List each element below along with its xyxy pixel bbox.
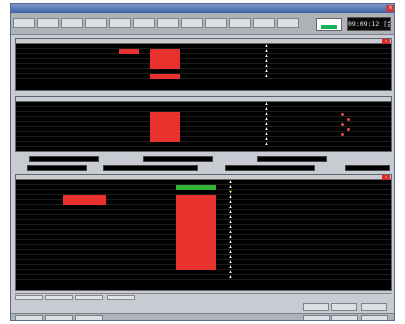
tab[interactable]	[15, 295, 43, 300]
table-row[interactable]: ♟	[16, 142, 391, 147]
toolbar-button[interactable]	[37, 18, 59, 28]
tab[interactable]	[107, 295, 135, 300]
toolbar-button[interactable]	[133, 18, 155, 28]
toolbar-button[interactable]	[229, 18, 251, 28]
cell	[48, 275, 60, 280]
bottom-button[interactable]	[45, 315, 73, 320]
table-row[interactable]: ♟	[16, 74, 391, 79]
filter-row-1	[15, 155, 392, 162]
toolbar: 09:09:12 [金] 12:59	[11, 13, 394, 35]
status-dot	[341, 123, 344, 126]
cell	[88, 74, 143, 79]
window-close-button[interactable]: ×	[386, 5, 394, 12]
bottom-button[interactable]	[331, 315, 358, 320]
alarm-list-top: × ♟ ♟ ♟ ♟ ♟ ♟ ♟	[15, 38, 392, 91]
tab[interactable]	[45, 295, 73, 300]
tab-strip	[15, 293, 392, 300]
toolbar-button[interactable]	[61, 18, 83, 28]
cell	[54, 74, 84, 79]
person-icon: ♟	[264, 142, 269, 146]
toolbar-button[interactable]	[277, 18, 299, 28]
toolbar-button[interactable]	[205, 18, 227, 28]
status-dot	[341, 113, 344, 116]
bottom-bar	[11, 313, 394, 320]
cell	[54, 142, 84, 147]
bottom-button[interactable]	[75, 315, 103, 320]
bottom-button[interactable]	[361, 315, 388, 320]
filter-input[interactable]	[225, 165, 315, 171]
toolbar-button[interactable]	[181, 18, 203, 28]
toolbar-button[interactable]	[109, 18, 131, 28]
clock-display: 09:09:12 [金] 12:59	[347, 17, 391, 31]
app-window: × 09:09:12 [金] 12:59 × ♟♟♟♟♟♟♟	[10, 3, 395, 321]
status-dot	[341, 133, 344, 136]
control-button[interactable]	[361, 303, 387, 311]
cell	[18, 74, 50, 79]
status-indicator-bar	[321, 25, 337, 29]
control-button[interactable]	[303, 303, 329, 311]
filter-input[interactable]	[103, 165, 198, 171]
screen: × 09:09:12 [金] 12:59 × ♟♟♟♟♟♟♟	[0, 0, 405, 324]
status-dot	[347, 128, 350, 131]
toolbar-button[interactable]	[157, 18, 179, 28]
alarm-list-middle: ♟ ♟ ♟ ♟ ♟ ♟ ♟ ♟ ♟	[15, 96, 392, 152]
table-row[interactable]: ♟	[16, 275, 391, 280]
bottom-button[interactable]	[15, 315, 43, 320]
toolbar-button[interactable]	[13, 18, 35, 28]
filter-input[interactable]	[345, 165, 390, 171]
control-button[interactable]	[331, 303, 357, 311]
person-icon: ♟	[228, 275, 233, 279]
cell	[18, 142, 50, 147]
alarm-list-bottom: × ♟ ♟ ▼ ♟ ♟ ♟ ♟ ♟ ♟ ♟ ♟ ♟ ♟ ♟ ♟ ♟ ♟ ♟ ♟ ♟	[15, 174, 392, 291]
toolbar-button[interactable]	[253, 18, 275, 28]
tab[interactable]	[75, 295, 103, 300]
toolbar-button[interactable]	[85, 18, 107, 28]
status-dot	[347, 118, 350, 121]
filter-input[interactable]	[143, 156, 213, 162]
filter-row-2	[15, 164, 392, 171]
person-icon: ♟	[264, 74, 269, 78]
bottom-button[interactable]	[303, 315, 330, 320]
title-bar: ×	[11, 4, 394, 13]
cell	[18, 275, 46, 280]
alarm-flag-cell	[150, 74, 180, 79]
status-indicator	[316, 18, 342, 31]
filter-input[interactable]	[29, 156, 99, 162]
filter-input[interactable]	[27, 165, 87, 171]
filter-input[interactable]	[257, 156, 327, 162]
